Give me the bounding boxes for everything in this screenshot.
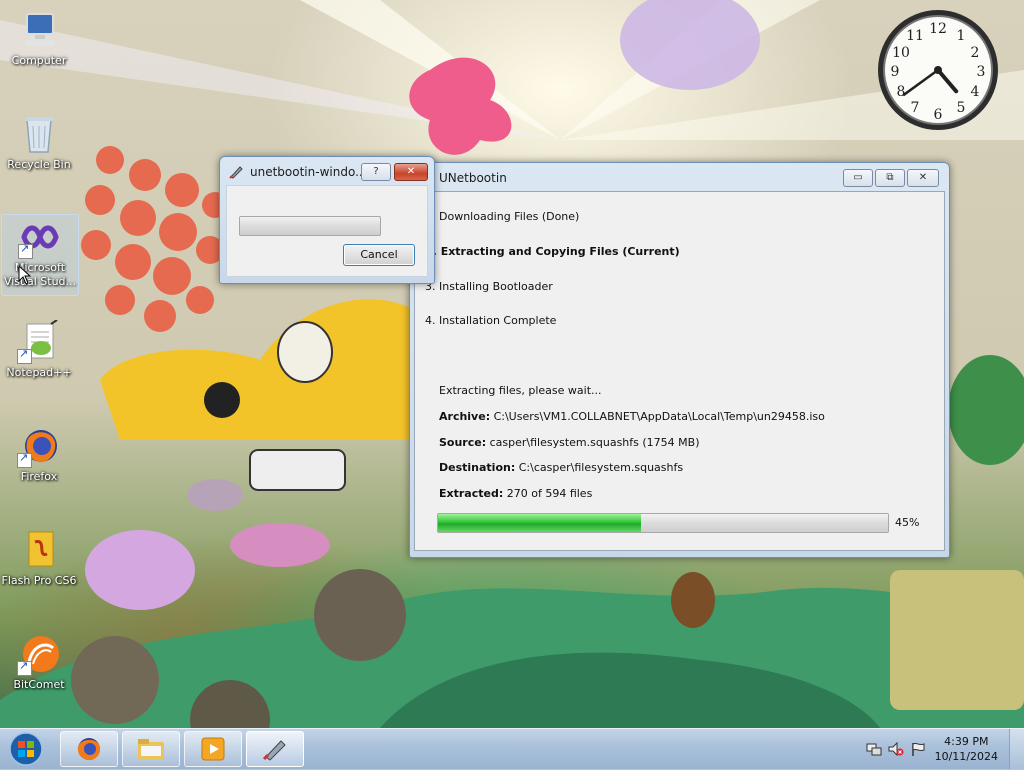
visual-studio-icon	[18, 215, 62, 259]
desktop-icon-label: Recycle Bin	[7, 158, 71, 171]
step-text: Extracting and Copying Files (Current)	[440, 245, 680, 258]
unetbootin-client-area: 1. Downloading Files (Done) 2. Extractin…	[414, 191, 945, 551]
firefox-icon	[77, 738, 101, 761]
svg-text:2: 2	[971, 45, 980, 61]
shortcut-arrow-icon	[17, 451, 32, 468]
minimize-button[interactable]: ▭	[843, 169, 873, 187]
show-desktop-button[interactable]	[1009, 729, 1024, 769]
svg-text:1: 1	[957, 28, 966, 44]
svg-text:9: 9	[891, 64, 900, 80]
notepad-plus-plus-icon	[17, 319, 61, 364]
unetbootin-progress-dialog[interactable]: unetbootin-windo... ? ✕ Cancel	[219, 156, 435, 284]
destination-info: Destination: C:\casper\filesystem.squash…	[439, 461, 683, 474]
source-info: Source: casper\filesystem.squashfs (1754…	[439, 436, 699, 449]
unetbootin-icon	[228, 164, 244, 183]
taskbar-item-firefox[interactable]	[60, 731, 118, 767]
firefox-icon	[17, 424, 61, 468]
system-tray: 4:39 PM 10/11/2024	[854, 729, 1024, 769]
computer-icon	[17, 8, 61, 52]
source-value: casper\filesystem.squashfs (1754 MB)	[489, 436, 700, 449]
dialog-close-button[interactable]: ✕	[394, 163, 428, 181]
step-item-current: 2. Extracting and Copying Files (Current…	[425, 245, 680, 258]
taskbar-item-unetbootin[interactable]	[246, 731, 304, 767]
desktop-icon-label: Notepad++	[6, 366, 72, 379]
step-text: Installation Complete	[439, 314, 557, 327]
taskbar-clock[interactable]: 4:39 PM 10/11/2024	[935, 734, 998, 764]
shortcut-arrow-icon	[18, 242, 33, 259]
desktop-icon-flash-pro[interactable]: Flash Pro CS6	[1, 528, 77, 588]
svg-text:8: 8	[897, 84, 906, 100]
desktop-icon-firefox[interactable]: Firefox	[1, 424, 77, 484]
svg-text:5: 5	[957, 100, 966, 116]
desktop-icon-label: Computer	[11, 54, 67, 67]
cancel-button[interactable]: Cancel	[343, 244, 415, 266]
unetbootin-window[interactable]: UNetbootin ▭ ⧉ ✕ 1. Downloading Files (D…	[409, 162, 950, 558]
step-number: 4.	[425, 314, 436, 327]
step-item: 4. Installation Complete	[425, 314, 556, 327]
bitcomet-icon	[17, 632, 61, 676]
taskbar: 4:39 PM 10/11/2024	[0, 728, 1024, 769]
network-icon[interactable]	[866, 741, 882, 760]
shortcut-arrow-icon	[17, 347, 32, 364]
desktop-icon-label: BitComet	[13, 678, 65, 691]
unetbootin-titlebar[interactable]: UNetbootin ▭ ⧉ ✕	[410, 163, 949, 191]
svg-text:3: 3	[977, 64, 986, 80]
clock-gadget[interactable]: 12 1 2 345 678 9 10 11	[874, 6, 1002, 134]
volume-muted-icon[interactable]	[888, 741, 904, 760]
step-text: Installing Bootloader	[439, 280, 553, 293]
taskbar-time: 4:39 PM	[944, 735, 989, 748]
extraction-progress-bar	[437, 513, 889, 533]
svg-text:12: 12	[929, 21, 947, 37]
dialog-progress-bar	[239, 216, 381, 236]
archive-info: Archive: C:\Users\VM1.COLLABNET\AppData\…	[439, 410, 825, 423]
archive-value: C:\Users\VM1.COLLABNET\AppData\Local\Tem…	[493, 410, 825, 423]
svg-text:10: 10	[892, 45, 910, 61]
taskbar-date: 10/11/2024	[934, 750, 998, 763]
desktop-icon-label: Firefox	[20, 470, 58, 483]
source-label: Source:	[439, 436, 487, 449]
desktop-icon-visual-studio[interactable]: Microsoft Visual Stud...	[1, 214, 79, 296]
unetbootin-icon	[262, 740, 286, 761]
step-text: Downloading Files (Done)	[439, 210, 580, 223]
file-explorer-icon	[138, 739, 164, 760]
close-button[interactable]: ✕	[907, 169, 939, 187]
extracted-info: Extracted: 270 of 594 files	[439, 487, 592, 500]
dialog-titlebar[interactable]: unetbootin-windo... ? ✕	[220, 157, 434, 185]
media-player-icon	[201, 737, 225, 761]
mouse-cursor-icon	[18, 264, 32, 288]
maximize-button[interactable]: ⧉	[875, 169, 905, 187]
taskbar-item-media-player[interactable]	[184, 731, 242, 767]
extracted-value: 270 of 594 files	[506, 487, 593, 500]
step-item: 3. Installing Bootloader	[425, 280, 553, 293]
desktop-icon-notepad-plus-plus[interactable]: Notepad++	[1, 319, 77, 380]
progress-percent-text: 45%	[895, 516, 920, 529]
dialog-client-area: Cancel	[226, 185, 428, 277]
svg-text:6: 6	[934, 107, 943, 123]
destination-label: Destination:	[439, 461, 516, 474]
window-title: UNetbootin	[439, 171, 507, 185]
desktop-icon-label: Microsoft Visual Stud...	[3, 261, 77, 288]
help-button[interactable]: ?	[361, 163, 391, 181]
step-item: 1. Downloading Files (Done)	[425, 210, 579, 223]
archive-label: Archive:	[439, 410, 491, 423]
action-center-flag-icon[interactable]	[910, 741, 926, 760]
desktop-icon-computer[interactable]: Computer	[1, 8, 77, 68]
svg-text:7: 7	[911, 100, 920, 116]
taskbar-item-file-explorer[interactable]	[122, 731, 180, 767]
desktop-icon-recycle-bin[interactable]: Recycle Bin	[1, 112, 77, 172]
windows-logo-icon	[9, 732, 43, 766]
recycle-bin-icon	[17, 112, 61, 156]
dialog-title: unetbootin-windo...	[250, 165, 367, 179]
destination-value: C:\casper\filesystem.squashfs	[518, 461, 684, 474]
flash-pro-icon	[17, 528, 61, 572]
progress-fill	[438, 514, 641, 532]
start-button[interactable]	[6, 731, 46, 767]
desktop-icon-bitcomet[interactable]: BitComet	[1, 632, 77, 692]
svg-text:4: 4	[971, 84, 980, 100]
svg-text:11: 11	[906, 28, 924, 44]
status-text: Extracting files, please wait...	[439, 384, 602, 397]
desktop-icon-label: Flash Pro CS6	[1, 574, 77, 587]
shortcut-arrow-icon	[17, 659, 32, 676]
extracted-label: Extracted:	[439, 487, 504, 500]
